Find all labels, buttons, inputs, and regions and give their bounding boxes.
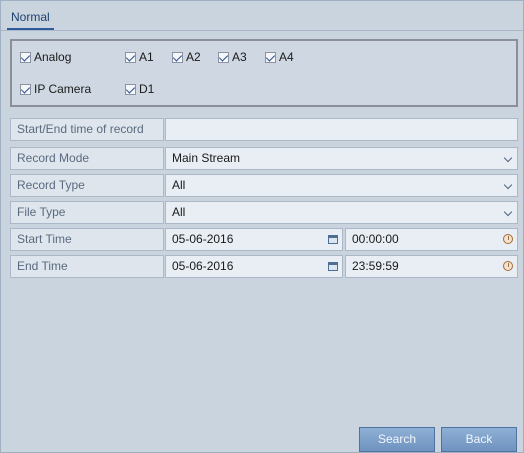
row-record-type: Record Type All bbox=[10, 174, 518, 197]
clock-icon[interactable] bbox=[503, 261, 513, 271]
calendar-icon[interactable] bbox=[328, 262, 338, 271]
checkbox-d1-label: D1 bbox=[139, 82, 155, 96]
checkbox-a4[interactable]: A4 bbox=[265, 50, 294, 64]
checkbox-a3[interactable]: A3 bbox=[218, 50, 247, 64]
search-button[interactable]: Search bbox=[359, 427, 435, 452]
start-end-time-label: Start/End time of record bbox=[10, 118, 164, 141]
record-mode-select[interactable]: Main Stream bbox=[165, 147, 518, 170]
file-type-select[interactable]: All bbox=[165, 201, 518, 224]
checkbox-icon bbox=[20, 51, 31, 63]
start-time-field[interactable]: 00:00:00 bbox=[345, 228, 518, 251]
end-time-value: 23:59:59 bbox=[352, 259, 399, 273]
clock-icon[interactable] bbox=[503, 234, 513, 244]
start-end-time-field[interactable] bbox=[165, 118, 518, 141]
calendar-icon[interactable] bbox=[328, 235, 338, 244]
checkbox-d1[interactable]: D1 bbox=[125, 82, 154, 96]
row-start-time: Start Time 05-06-2016 00:00:00 bbox=[10, 228, 518, 251]
camera-selection-group: Analog A1 A2 A3 A4 IP Camera D1 bbox=[10, 39, 518, 107]
chevron-down-icon bbox=[503, 207, 513, 217]
file-type-value: All bbox=[172, 205, 186, 219]
checkbox-ip-camera-label: IP Camera bbox=[34, 82, 92, 96]
end-date-value: 05-06-2016 bbox=[172, 259, 234, 273]
checkbox-analog[interactable]: Analog bbox=[20, 50, 71, 64]
back-button[interactable]: Back bbox=[441, 427, 517, 452]
checkbox-a1[interactable]: A1 bbox=[125, 50, 154, 64]
row-record-mode: Record Mode Main Stream bbox=[10, 147, 518, 170]
checkbox-icon bbox=[125, 51, 136, 63]
checkbox-icon bbox=[125, 83, 136, 95]
checkbox-icon bbox=[20, 83, 31, 95]
start-date-value: 05-06-2016 bbox=[172, 232, 234, 246]
record-type-label: Record Type bbox=[10, 174, 164, 197]
checkbox-a2[interactable]: A2 bbox=[172, 50, 201, 64]
chevron-down-icon bbox=[503, 153, 513, 163]
checkbox-a3-label: A3 bbox=[232, 50, 247, 64]
row-end-time: End Time 05-06-2016 23:59:59 bbox=[10, 255, 518, 278]
start-time-value: 00:00:00 bbox=[352, 232, 399, 246]
checkbox-a4-label: A4 bbox=[279, 50, 294, 64]
checkbox-a2-label: A2 bbox=[186, 50, 201, 64]
start-date-field[interactable]: 05-06-2016 bbox=[165, 228, 343, 251]
checkbox-icon bbox=[172, 51, 183, 63]
row-start-end-time: Start/End time of record bbox=[10, 118, 518, 141]
checkbox-analog-label: Analog bbox=[34, 50, 72, 64]
search-panel: Normal Analog A1 A2 A3 A4 IP Camera D1 S… bbox=[0, 0, 524, 453]
end-time-field[interactable]: 23:59:59 bbox=[345, 255, 518, 278]
record-mode-value: Main Stream bbox=[172, 151, 241, 165]
record-type-value: All bbox=[172, 178, 186, 192]
end-date-field[interactable]: 05-06-2016 bbox=[165, 255, 343, 278]
row-file-type: File Type All bbox=[10, 201, 518, 224]
checkbox-ip-camera[interactable]: IP Camera bbox=[20, 82, 91, 96]
tab-normal[interactable]: Normal bbox=[7, 6, 54, 30]
record-type-select[interactable]: All bbox=[165, 174, 518, 197]
file-type-label: File Type bbox=[10, 201, 164, 224]
chevron-down-icon bbox=[503, 180, 513, 190]
tab-divider bbox=[1, 30, 523, 31]
checkbox-a1-label: A1 bbox=[139, 50, 154, 64]
start-time-label: Start Time bbox=[10, 228, 164, 251]
checkbox-icon bbox=[218, 51, 229, 63]
end-time-label: End Time bbox=[10, 255, 164, 278]
checkbox-icon bbox=[265, 51, 276, 63]
record-mode-label: Record Mode bbox=[10, 147, 164, 170]
